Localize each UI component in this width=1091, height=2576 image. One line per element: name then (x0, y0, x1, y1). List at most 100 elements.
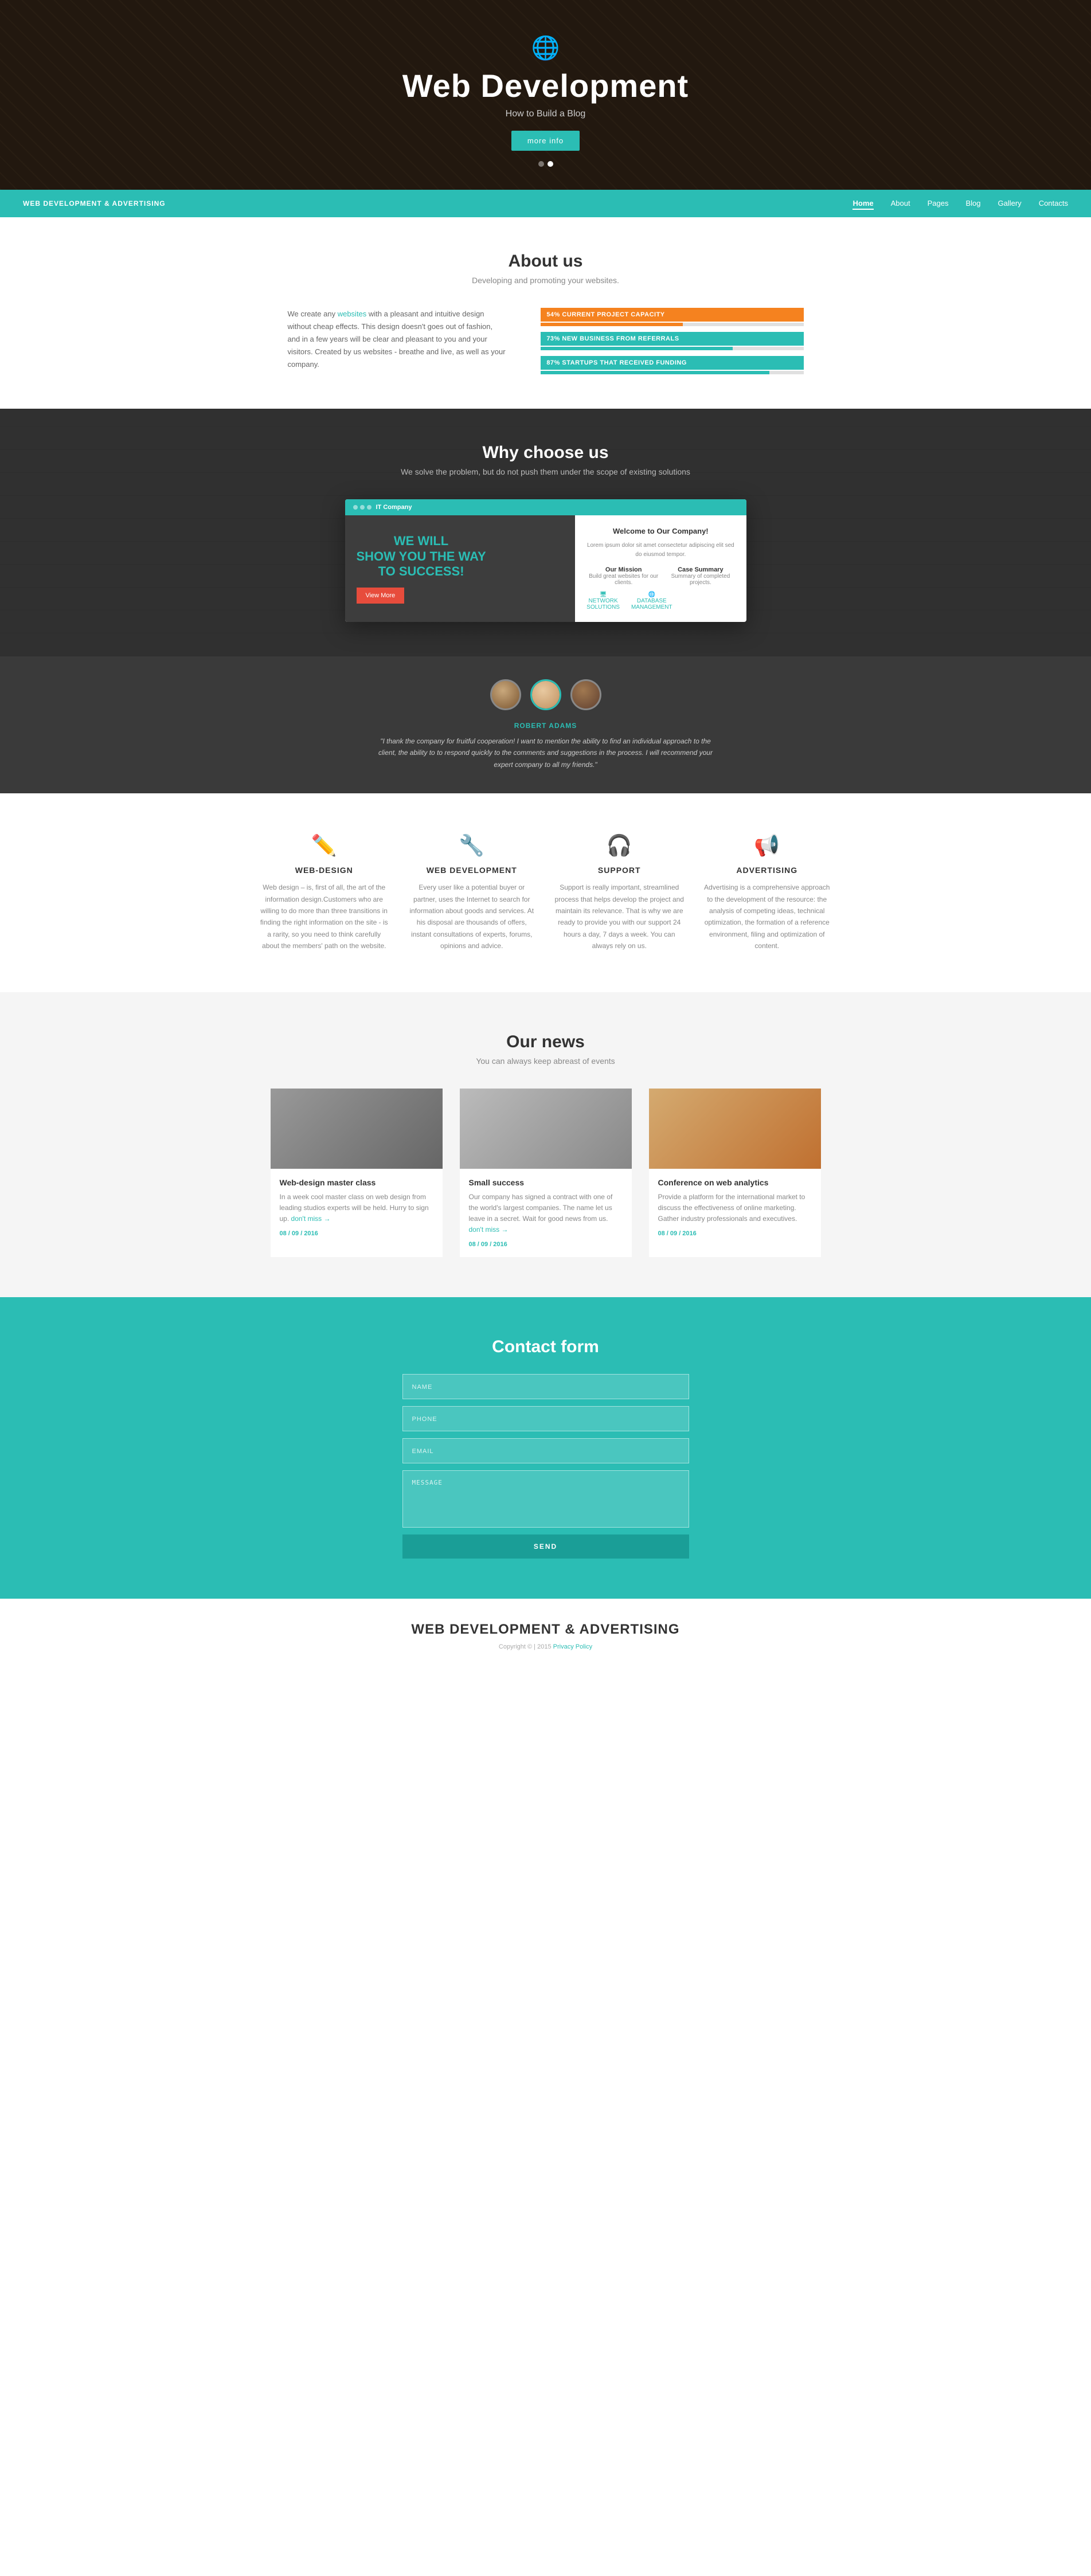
privacy-policy-link[interactable]: Privacy Policy (553, 1643, 592, 1650)
avatar-1[interactable] (490, 679, 521, 710)
hero-dot-2[interactable] (548, 161, 553, 167)
nav-about[interactable]: About (891, 199, 910, 208)
footer-copy: Copyright © | 2015 Privacy Policy (23, 1643, 1068, 1650)
contact-send-button[interactable]: SEND (402, 1534, 689, 1559)
service-advertising: 📢 ADVERTISING Advertising is a comprehen… (702, 833, 832, 952)
hero-section: 🌐 Web Development How to Build a Blog mo… (0, 0, 1091, 190)
webdev-icon: 🔧 (406, 833, 537, 858)
website-mockup: IT Company WE WILL SHOW YOU THE WAY TO S… (345, 499, 746, 622)
mockup-cta-button[interactable]: View More (357, 588, 405, 604)
footer-brand: WEB DEVELOPMENT & ADVERTISING (23, 1622, 1068, 1638)
service-webdesign: ✏️ WEB-DESIGN Web design – is, first of … (259, 833, 390, 952)
news-card-1: Web-design master class In a week cool m… (271, 1089, 443, 1258)
mockup-brand: IT Company (376, 504, 412, 511)
about-section: About us Developing and promoting your w… (0, 217, 1091, 409)
hero-dots (538, 161, 553, 167)
support-title: SUPPORT (554, 866, 685, 875)
about-text: We create any websites with a pleasant a… (288, 308, 507, 380)
contact-section: Contact form SEND (0, 1297, 1091, 1599)
contact-form: SEND (402, 1374, 689, 1559)
why-section: Why choose us We solve the problem, but … (0, 409, 1091, 656)
nav-home[interactable]: Home (853, 199, 873, 210)
bar-item-3: 87% STARTUPS THAT RECEIVED FUNDING (541, 356, 803, 374)
news-card-2: Small success Our company has signed a c… (460, 1089, 632, 1258)
mockup-mission: Our Mission Build great websites for our… (586, 566, 734, 586)
nav-contacts[interactable]: Contacts (1039, 199, 1068, 208)
mockup-text-1: Lorem ipsum dolor sit amet consectetur a… (586, 541, 734, 559)
hero-title: Web Development (402, 67, 689, 104)
news-date-1: 08 / 09 / 2016 (280, 1230, 433, 1237)
mockup-header: IT Company (345, 499, 746, 515)
why-subtitle: We solve the problem, but do not push th… (23, 467, 1068, 476)
nav-blog[interactable]: Blog (965, 199, 980, 208)
contact-name-input[interactable] (402, 1374, 689, 1399)
bar-item-2: 73% NEW BUSINESS FROM REFERRALS (541, 332, 803, 350)
nav-links: Home About Pages Blog Gallery Contacts (853, 198, 1068, 209)
news-date-2: 08 / 09 / 2016 (469, 1241, 623, 1248)
webdev-text: Every user like a potential buyer or par… (406, 882, 537, 952)
nav-gallery[interactable]: Gallery (998, 199, 1022, 208)
about-bars: 54% CURRENT PROJECT CAPACITY 73% NEW BUS… (541, 308, 803, 380)
avatar-2[interactable] (530, 679, 561, 710)
hero-subtitle: How to Build a Blog (506, 109, 586, 119)
testimonial-author: ROBERT ADAMS (23, 722, 1068, 730)
mockup-icon-1: 🖥NETWORKSOLUTIONS (586, 592, 620, 610)
bar-label-2: 73% NEW BUSINESS FROM REFERRALS (541, 332, 803, 346)
support-icon: 🎧 (554, 833, 685, 858)
bar-item-1: 54% CURRENT PROJECT CAPACITY (541, 308, 803, 326)
avatar-row (23, 679, 1068, 710)
bar-label-3: 87% STARTUPS THAT RECEIVED FUNDING (541, 356, 803, 370)
mockup-icon-2: 🌐DATABASEMANAGEMENT (631, 592, 672, 610)
contact-message-input[interactable] (402, 1470, 689, 1528)
about-websites-link[interactable]: websites (338, 310, 367, 318)
service-webdev: 🔧 WEB DEVELOPMENT Every user like a pote… (406, 833, 537, 952)
more-info-button[interactable]: more info (511, 131, 580, 151)
contact-email-input[interactable] (402, 1438, 689, 1463)
avatar-3[interactable] (570, 679, 601, 710)
nav-brand: WEB DEVELOPMENT & ADVERTISING (23, 199, 166, 208)
mockup-body: WE WILL SHOW YOU THE WAY TO SUCCESS! Vie… (345, 515, 746, 622)
news-card-title-2: Small success (469, 1178, 623, 1187)
mockup-mission-title: Our Mission (586, 566, 660, 573)
nav-pages[interactable]: Pages (928, 199, 949, 208)
webdesign-title: WEB-DESIGN (259, 866, 390, 875)
services-grid: ✏️ WEB-DESIGN Web design – is, first of … (259, 833, 832, 952)
contact-phone-input[interactable] (402, 1406, 689, 1431)
mockup-icons-row: 🖥NETWORKSOLUTIONS 🌐DATABASEMANAGEMENT (586, 592, 734, 610)
hero-dot-1[interactable] (538, 161, 544, 167)
news-readmore-2[interactable]: don't miss → (469, 1226, 509, 1234)
support-text: Support is really important, streamlined… (554, 882, 685, 952)
globe-icon: 🌐 (531, 34, 560, 61)
advertising-title: ADVERTISING (702, 866, 832, 875)
testimonial-quote: "I thank the company for fruitful cooper… (374, 735, 718, 770)
advertising-icon: 📢 (702, 833, 832, 858)
news-section: Our news You can always keep abreast of … (0, 992, 1091, 1298)
mockup-mission-text: Build great websites for our clients. (586, 573, 660, 586)
news-subtitle: You can always keep abreast of events (23, 1056, 1068, 1066)
services-section: ✏️ WEB-DESIGN Web design – is, first of … (0, 793, 1091, 992)
news-readmore-1[interactable]: don't miss → (291, 1215, 331, 1223)
news-card-title-1: Web-design master class (280, 1178, 433, 1187)
mockup-left-panel: WE WILL SHOW YOU THE WAY TO SUCCESS! Vie… (345, 515, 576, 622)
mockup-welcome-title: Welcome to Our Company! (586, 527, 734, 535)
news-card-text-2: Our company has signed a contract with o… (469, 1192, 623, 1236)
news-date-3: 08 / 09 / 2016 (658, 1230, 812, 1237)
mockup-headline: WE WILL SHOW YOU THE WAY TO SUCCESS! (357, 534, 486, 579)
why-title: Why choose us (23, 443, 1068, 463)
mockup-right-panel: Welcome to Our Company! Lorem ipsum dolo… (575, 515, 746, 622)
news-image-2 (460, 1089, 632, 1169)
news-card-3: Conference on web analytics Provide a pl… (649, 1089, 821, 1258)
news-image-3 (649, 1089, 821, 1169)
footer: WEB DEVELOPMENT & ADVERTISING Copyright … (0, 1599, 1091, 1662)
news-title: Our news (23, 1032, 1068, 1052)
service-support: 🎧 SUPPORT Support is really important, s… (554, 833, 685, 952)
mockup-case-text: Summary of completed projects. (666, 573, 734, 586)
news-card-title-3: Conference on web analytics (658, 1178, 812, 1187)
about-subtitle: Developing and promoting your websites. (23, 276, 1068, 285)
advertising-text: Advertising is a comprehensive approach … (702, 882, 832, 952)
mockup-case-title: Case Summary (666, 566, 734, 573)
news-grid: Web-design master class In a week cool m… (271, 1089, 821, 1258)
news-image-1 (271, 1089, 443, 1169)
news-card-text-1: In a week cool master class on web desig… (280, 1192, 433, 1225)
webdev-title: WEB DEVELOPMENT (406, 866, 537, 875)
